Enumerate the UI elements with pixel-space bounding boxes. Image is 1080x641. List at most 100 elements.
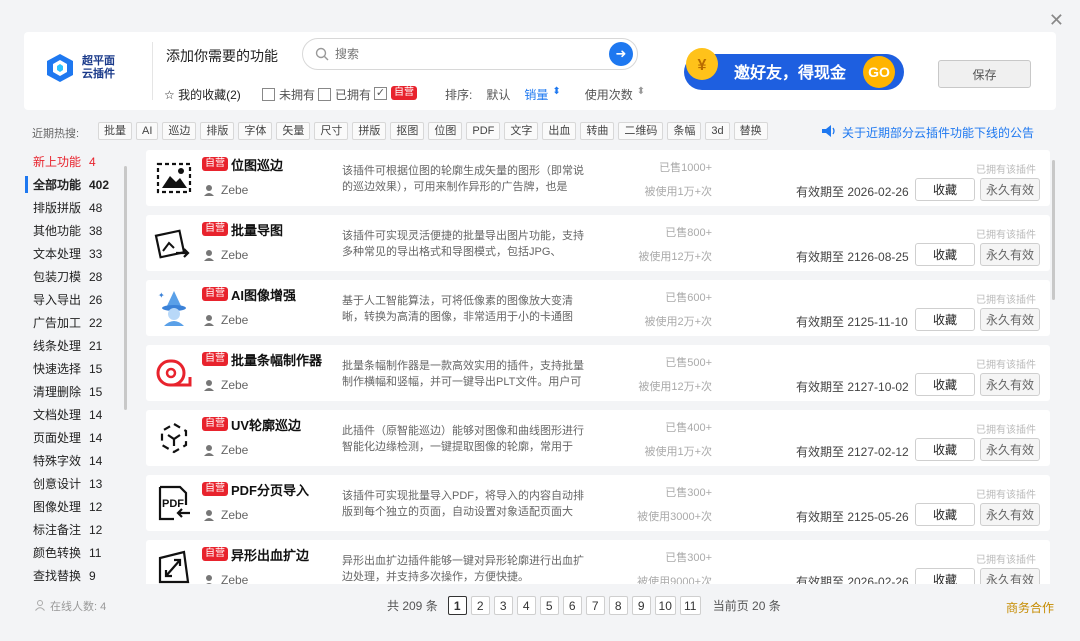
sidebar-item[interactable]: 查找替换 9 [24,564,132,587]
page-button[interactable]: 9 [631,596,651,615]
page-button[interactable]: 6 [562,596,582,615]
plugin-card[interactable]: 自营 位图巡边 Zebe 该插件可根据位图的轮廓生成矢量的图形（即常说的巡边效果），可… [146,150,1050,206]
checkbox-owned[interactable] [318,88,331,101]
sidebar-item[interactable]: 图像处理 12 [24,495,132,518]
hot-search-chip[interactable]: 尺寸 [314,122,349,140]
page-button[interactable]: 10 [654,596,676,615]
sidebar-item[interactable]: 全部功能 402 [24,173,132,196]
permanent-button[interactable]: 永久有效 [980,373,1040,396]
permanent-button[interactable]: 永久有效 [980,503,1040,526]
favorite-button[interactable]: 收藏 [915,568,975,584]
permanent-button[interactable]: 永久有效 [980,308,1040,331]
hot-search-chip[interactable]: AI [136,122,159,140]
plugin-name[interactable]: PDF分页导入 [231,480,309,499]
permanent-button[interactable]: 永久有效 [980,243,1040,266]
permanent-button[interactable]: 永久有效 [980,568,1040,584]
plugin-card[interactable]: 自营 UV轮廓巡边 Zebe 此插件（原智能巡边）能够对图像和曲线图形进行智能化边缘检… [146,410,1050,466]
hot-search-chip[interactable]: 替换 [733,122,768,140]
sidebar-item[interactable]: 新上功能 4 [24,150,132,173]
plugin-name[interactable]: 异形出血扩边 [231,545,309,564]
sidebar-item[interactable]: 其他功能 38 [24,219,132,242]
filter-owned-label: 已拥有 [335,88,372,102]
hot-search-chip[interactable]: 文字 [504,122,539,140]
page-button[interactable]: 11 [679,596,701,615]
hot-search-chip[interactable]: 巡边 [162,122,197,140]
notice-link[interactable]: 关于近期部分云插件功能下线的公告 [822,124,1034,141]
business-link[interactable]: 商务合作 [1006,599,1054,616]
sidebar-item[interactable]: 创意设计 13 [24,472,132,495]
page-button[interactable]: 8 [608,596,628,615]
plugin-card[interactable]: 自营 异形出血扩边 Zebe 异形出血扩边插件能够一键对异形轮廓进行出血扩边处理，并支… [146,540,1050,584]
sidebar-item[interactable]: 文本处理 33 [24,242,132,265]
hot-search-chip[interactable]: 矢量 [276,122,311,140]
page-button[interactable]: 3 [493,596,513,615]
hot-search-chip[interactable]: PDF [466,122,501,140]
filter-self-operated[interactable]: ✓ 自营 [374,86,417,100]
list-scrollbar[interactable] [1052,160,1055,300]
plugin-card[interactable]: 自营 批量条幅制作器 Zebe 批量条幅制作器是一款高效实用的插件，支持批量制作横幅和… [146,345,1050,401]
hot-search-chip[interactable]: 出血 [542,122,577,140]
plugin-expiry: 有效期至 2026-02-26 [796,575,909,584]
favorite-button[interactable]: 收藏 [915,503,975,526]
sidebar-item[interactable]: 颜色转换 11 [24,541,132,564]
sidebar-item[interactable]: 页面处理 14 [24,426,132,449]
sort-usage[interactable]: 使用次数 [585,86,633,103]
sidebar-item[interactable]: 导入导出 26 [24,288,132,311]
plugin-card[interactable]: 自营 批量导图 Zebe 该插件可实现灵活便捷的批量导出图片功能，支持多种常见的导出格… [146,215,1050,271]
sort-default[interactable]: 默认 [486,86,510,103]
sidebar-item[interactable]: 标注备注 12 [24,518,132,541]
favorite-button[interactable]: 收藏 [915,178,975,201]
favorite-button[interactable]: 收藏 [915,308,975,331]
permanent-button[interactable]: 永久有效 [980,438,1040,461]
plugin-name[interactable]: 批量导图 [231,220,283,239]
favorite-button[interactable]: 收藏 [915,243,975,266]
checkbox-self-operated[interactable]: ✓ [374,86,387,100]
plugin-card[interactable]: PDF 自营 PDF分页导入 Zebe 该插件可实现批量导入PDF，将导入的内容自动排版… [146,475,1050,531]
page-button[interactable]: 1 [447,596,467,615]
hot-search-chip[interactable]: 3d [705,122,730,140]
invite-banner[interactable]: ¥ GO 邀好友，得现金 [674,42,906,94]
sidebar-item[interactable]: 文档处理 14 [24,403,132,426]
hot-search-chip[interactable]: 位图 [428,122,463,140]
permanent-button[interactable]: 永久有效 [980,178,1040,201]
sidebar-item[interactable]: 线条处理 21 [24,334,132,357]
sidebar-item[interactable]: 包装刀模 28 [24,265,132,288]
page-button[interactable]: 2 [470,596,490,615]
close-icon[interactable]: ✕ [1049,10,1064,31]
plugin-name[interactable]: 批量条幅制作器 [231,350,322,369]
sidebar-item[interactable]: 清理删除 15 [24,380,132,403]
sidebar-item-label: 标注备注 [33,523,82,537]
sidebar-item-count: 21 [89,338,103,353]
favorite-button[interactable]: 收藏 [915,438,975,461]
page-button[interactable]: 4 [516,596,536,615]
sidebar-item[interactable]: 排版拼版 48 [24,196,132,219]
plugin-name[interactable]: UV轮廓巡边 [231,415,301,434]
page-button[interactable]: 7 [585,596,605,615]
search-go-button[interactable]: ➜ [609,42,633,66]
filter-owned[interactable]: 已拥有 [318,86,371,103]
save-button[interactable]: 保存 [938,60,1031,88]
filter-not-owned[interactable]: 未拥有 [262,86,315,103]
my-favorites-link[interactable]: ☆ 我的收藏(2) [164,86,241,103]
hot-search-chip[interactable]: 排版 [200,122,235,140]
hot-search-chip[interactable]: 抠图 [390,122,425,140]
plugin-card[interactable]: ✦ 自营 AI图像增强 Zebe 基于人工智能算法，可将低像素的图像放大变清晰，转换为高… [146,280,1050,336]
search-input[interactable] [335,47,609,61]
plugin-name[interactable]: 位图巡边 [231,155,283,174]
hot-search-chip[interactable]: 字体 [238,122,273,140]
hot-search-chip[interactable]: 二维码 [618,122,664,140]
plugin-author: Zebe [203,378,248,392]
sort-sales[interactable]: 销量 [524,86,548,103]
hot-search-chip[interactable]: 批量 [98,122,132,140]
sidebar-scrollbar[interactable] [124,166,127,410]
sidebar-item[interactable]: 广告加工 22 [24,311,132,334]
page-button[interactable]: 5 [539,596,559,615]
sidebar-item[interactable]: 快速选择 15 [24,357,132,380]
favorite-button[interactable]: 收藏 [915,373,975,396]
hot-search-chip[interactable]: 拼版 [352,122,387,140]
hot-search-chip[interactable]: 条幅 [667,122,702,140]
sidebar-item[interactable]: 特殊字效 14 [24,449,132,472]
hot-search-chip[interactable]: 转曲 [580,122,615,140]
plugin-name[interactable]: AI图像增强 [231,285,296,304]
checkbox-not-owned[interactable] [262,88,275,101]
